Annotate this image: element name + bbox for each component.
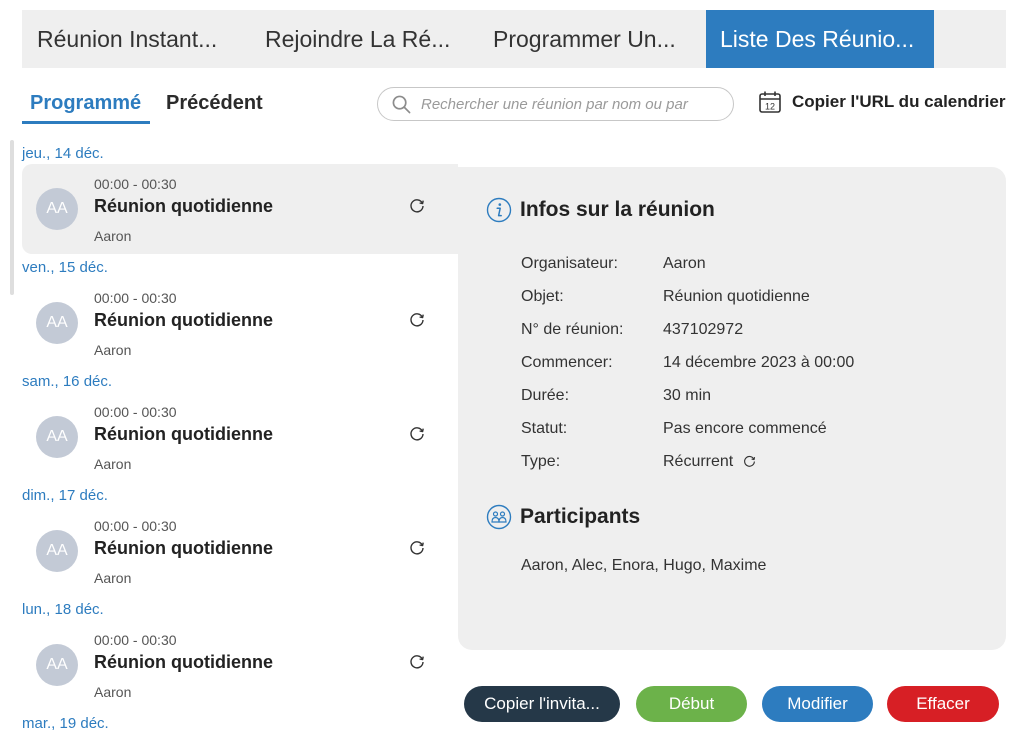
info-row-meeting-id: N° de réunion: 437102972	[521, 313, 854, 346]
subtab-previous[interactable]: Précédent	[166, 92, 263, 115]
avatar: AA	[36, 302, 78, 344]
meeting-time: 00:00 - 00:30	[94, 632, 177, 648]
tab-schedule-meeting[interactable]: Programmer Un...	[478, 10, 706, 68]
participants-heading-text: Participants	[520, 505, 641, 528]
info-value: Aaron	[663, 254, 706, 272]
meeting-title: Réunion quotidienne	[94, 196, 273, 216]
info-label: N° de réunion:	[521, 320, 624, 338]
meeting-item[interactable]: AA 00:00 - 00:30 Réunion quotidienne Aar…	[22, 506, 458, 596]
date-label: jeu., 14 déc.	[22, 145, 104, 162]
meeting-item[interactable]: AA 00:00 - 00:30 Réunion quotidienne Aar…	[22, 392, 458, 482]
meeting-host: Aaron	[94, 684, 132, 700]
info-icon	[486, 197, 512, 223]
copy-calendar-url-label: Copier l'URL du calendrier	[792, 92, 1006, 111]
info-heading: Infos sur la réunion	[486, 197, 715, 223]
meeting-item[interactable]: AA 00:00 - 00:30 Réunion quotidienne Aar…	[22, 278, 458, 368]
info-label: Commencer:	[521, 353, 613, 371]
info-row-start: Commencer: 14 décembre 2023 à 00:00	[521, 346, 854, 379]
tab-label: Rejoindre La Ré...	[265, 25, 451, 52]
meeting-title: Réunion quotidienne	[94, 652, 273, 672]
meeting-list: jeu., 14 déc. AA 00:00 - 00:30 Réunion q…	[22, 140, 458, 734]
info-value-type: Récurrent	[663, 453, 756, 471]
top-tab-bar: Réunion Instant... Rejoindre La Ré... Pr…	[22, 10, 1006, 68]
participants-icon	[486, 504, 512, 530]
meeting-time: 00:00 - 00:30	[94, 290, 177, 306]
list-scrollbar[interactable]	[10, 140, 14, 295]
tab-meeting-list[interactable]: Liste Des Réunio...	[706, 10, 934, 68]
avatar: AA	[36, 416, 78, 458]
meeting-time: 00:00 - 00:30	[94, 176, 177, 192]
date-label: ven., 15 déc.	[22, 259, 108, 276]
info-row-duration: Durée: 30 min	[521, 379, 854, 412]
info-label: Objet:	[521, 287, 564, 305]
tab-label: Réunion Instant...	[37, 25, 218, 52]
meeting-host: Aaron	[94, 456, 132, 472]
info-value: 437102972	[663, 320, 744, 338]
search-icon	[392, 95, 411, 113]
recurring-icon	[410, 427, 424, 441]
avatar: AA	[36, 188, 78, 230]
meeting-time: 00:00 - 00:30	[94, 518, 177, 534]
info-row-type: Type: Récurrent	[521, 445, 854, 478]
info-value: 30 min	[663, 386, 712, 404]
tab-label: Liste Des Réunio...	[720, 25, 915, 52]
tab-instant-meeting[interactable]: Réunion Instant...	[22, 10, 250, 68]
date-label: sam., 16 déc.	[22, 373, 113, 390]
recurring-icon	[410, 541, 424, 555]
search-box	[377, 87, 734, 121]
tab-join-meeting[interactable]: Rejoindre La Ré...	[250, 10, 478, 68]
calendar-icon-day: 12	[765, 102, 775, 112]
calendar-icon: 12	[759, 91, 781, 113]
search-input[interactable]	[421, 95, 711, 113]
info-label: Durée:	[521, 386, 570, 404]
info-value: Récurrent	[663, 452, 734, 470]
recurring-icon	[410, 199, 424, 213]
info-value: Réunion quotidienne	[663, 287, 810, 305]
info-heading-text: Infos sur la réunion	[520, 198, 715, 221]
avatar: AA	[36, 530, 78, 572]
copy-calendar-url-button[interactable]: 12 Copier l'URL du calendrier	[758, 90, 1005, 114]
info-label: Organisateur:	[521, 254, 618, 272]
date-label: dim., 17 déc.	[22, 487, 108, 504]
info-value: Pas encore commencé	[663, 419, 827, 437]
meeting-item[interactable]: AA 00:00 - 00:30 Réunion quotidienne Aar…	[22, 164, 458, 254]
info-label: Type:	[521, 452, 561, 470]
tab-label: Programmer Un...	[493, 25, 676, 52]
participants-heading: Participants	[486, 504, 640, 530]
info-label: Statut:	[521, 419, 568, 437]
start-button[interactable]: Début	[636, 686, 747, 722]
recurring-icon	[744, 455, 756, 467]
info-rows: Organisateur: Aaron Objet: Réunion quoti…	[521, 247, 854, 478]
participants-list: Aaron, Alec, Enora, Hugo, Maxime	[521, 557, 767, 574]
edit-button[interactable]: Modifier	[762, 686, 873, 722]
meeting-host: Aaron	[94, 342, 132, 358]
meeting-host: Aaron	[94, 228, 132, 244]
meeting-time: 00:00 - 00:30	[94, 404, 177, 420]
info-row-organizer: Organisateur: Aaron	[521, 247, 854, 280]
meeting-host: Aaron	[94, 570, 132, 586]
info-row-status: Statut: Pas encore commencé	[521, 412, 854, 445]
info-row-subject: Objet: Réunion quotidienne	[521, 280, 854, 313]
subtab-scheduled[interactable]: Programmé	[22, 92, 150, 124]
meeting-details-panel: Infos sur la réunion Organisateur: Aaron…	[458, 167, 1006, 650]
meeting-title: Réunion quotidienne	[94, 538, 273, 558]
meeting-title: Réunion quotidienne	[94, 424, 273, 444]
date-label: mar., 19 déc.	[22, 715, 109, 732]
recurring-icon	[410, 655, 424, 669]
info-value: 14 décembre 2023 à 00:00	[663, 353, 855, 371]
meeting-title: Réunion quotidienne	[94, 310, 273, 330]
copy-invitation-button[interactable]: Copier l'invita...	[464, 686, 620, 722]
recurring-icon	[410, 313, 424, 327]
delete-button[interactable]: Effacer	[887, 686, 999, 722]
avatar: AA	[36, 644, 78, 686]
date-label: lun., 18 déc.	[22, 601, 104, 618]
meeting-item[interactable]: AA 00:00 - 00:30 Réunion quotidienne Aar…	[22, 620, 458, 710]
